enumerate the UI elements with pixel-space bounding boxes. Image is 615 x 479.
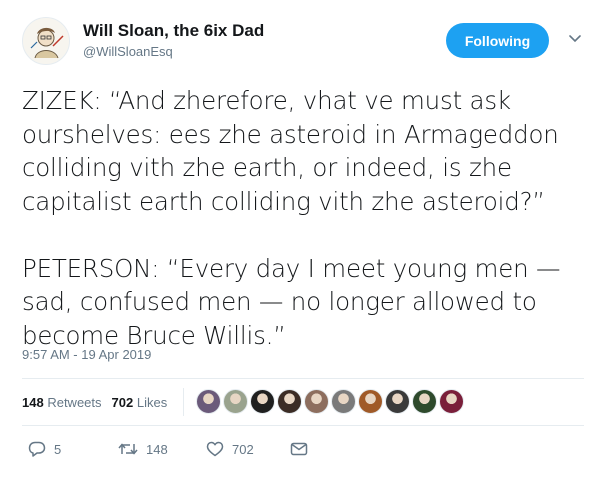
user-handle[interactable]: @WillSloanEsq <box>83 44 173 59</box>
likes-stat[interactable]: 702 Likes <box>112 395 168 410</box>
liker-avatar-10[interactable] <box>439 389 464 414</box>
avatar[interactable] <box>22 17 70 65</box>
divider <box>22 425 584 426</box>
like-button[interactable]: 702 <box>206 441 290 457</box>
liker-avatar-5[interactable] <box>304 389 329 414</box>
following-button[interactable]: Following <box>446 23 549 58</box>
tweet-paragraph: PETERSON: “Every day I meet young men — … <box>22 253 561 350</box>
stats-separator <box>183 388 184 416</box>
tweet-actions: 5 148 702 <box>28 441 308 457</box>
liker-avatar-2[interactable] <box>223 389 248 414</box>
tweet-stats: 148 Retweets 702 Likes <box>22 395 167 410</box>
display-name[interactable]: Will Sloan, the 6ix Dad <box>83 21 264 41</box>
reply-icon <box>28 441 46 457</box>
likes-label: Likes <box>136 395 168 410</box>
chevron-down-icon[interactable] <box>566 30 584 48</box>
divider <box>22 378 584 379</box>
reply-count: 5 <box>54 441 62 457</box>
direct-message-icon <box>290 441 308 457</box>
liker-avatar-8[interactable] <box>385 389 410 414</box>
liker-avatars <box>196 389 466 414</box>
liker-avatar-6[interactable] <box>331 389 356 414</box>
liker-avatar-4[interactable] <box>277 389 302 414</box>
liker-avatar-3[interactable] <box>250 389 275 414</box>
retweet-icon <box>118 441 138 457</box>
tweet-timestamp[interactable]: 9:57 AM - 19 Apr 2019 <box>22 347 151 362</box>
reply-button[interactable]: 5 <box>28 441 118 457</box>
liker-avatar-9[interactable] <box>412 389 437 414</box>
tweet-text: ZIZEK: “And zherefore, vhat ve must ask … <box>22 84 602 352</box>
retweet-count: 148 <box>146 441 168 457</box>
likes-count: 702 <box>111 395 134 410</box>
retweet-button[interactable]: 148 <box>118 441 206 457</box>
heart-icon <box>206 441 224 457</box>
retweets-count: 148 <box>22 395 44 410</box>
liker-avatar-7[interactable] <box>358 389 383 414</box>
like-count: 702 <box>232 441 254 457</box>
direct-message-button[interactable] <box>290 441 308 457</box>
retweets-stat[interactable]: 148 Retweets <box>22 395 102 410</box>
tweet-paragraph: ZIZEK: “And zherefore, vhat ve must ask … <box>22 86 559 216</box>
retweets-label: Retweets <box>47 395 102 410</box>
liker-avatar-1[interactable] <box>196 389 221 414</box>
